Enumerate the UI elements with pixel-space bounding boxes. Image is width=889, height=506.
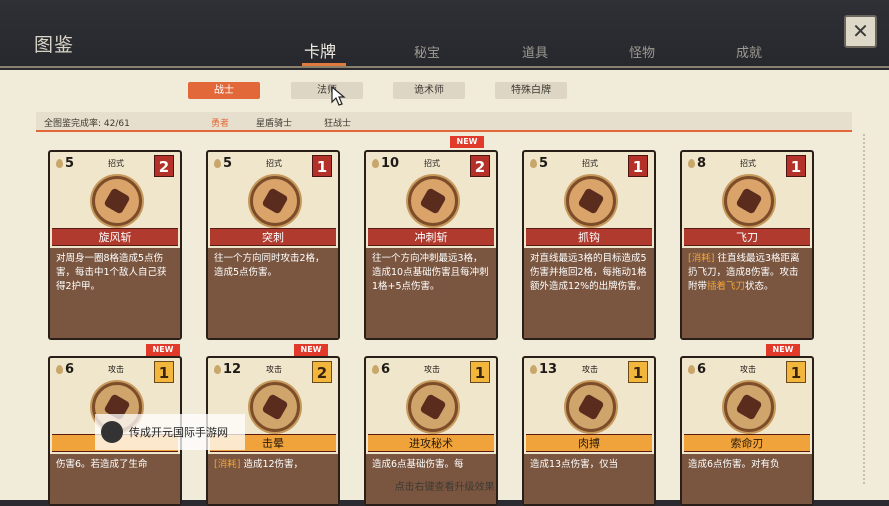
watermark-text: 传成开元国际手游网: [129, 426, 228, 439]
new-badge: NEW: [450, 136, 484, 148]
card-type: 招式: [424, 159, 440, 168]
card-type: 攻击: [424, 365, 440, 374]
card-cost: 12: [214, 362, 241, 377]
card-cost: 6: [372, 362, 390, 377]
card-level: 1: [628, 155, 648, 177]
tab-achievements[interactable]: 成就: [736, 42, 762, 61]
scrollbar[interactable]: [863, 134, 869, 484]
card-level: 1: [470, 361, 490, 383]
tab-items[interactable]: 道具: [522, 42, 548, 61]
energy-drop-icon: [214, 159, 221, 168]
filter-hero[interactable]: 勇者: [211, 116, 229, 129]
hook-skill-icon: [566, 176, 616, 226]
brawl-skill-icon: [566, 382, 616, 432]
card-level: 1: [312, 155, 332, 177]
attack-icon: [56, 365, 63, 374]
card-type: 攻击: [582, 365, 598, 374]
filter-star-shield-knight[interactable]: 星盾骑士: [256, 116, 292, 129]
card-cost: 5: [530, 156, 548, 171]
card-name: 索命刃: [684, 434, 810, 452]
card-cost: 6: [688, 362, 706, 377]
card-description: 对直线最远3格的目标造成5伤害并拖回2格，每拖动1格额外造成12%的出牌伤害。: [524, 248, 654, 338]
status-keyword: 插着飞刀: [707, 281, 746, 292]
card-level: 1: [628, 361, 648, 383]
card-cost: 5: [214, 156, 232, 171]
card-description: [消耗] 往直线最远3格距离扔飞刀，造成8伤害。攻击附带插着飞刀状态。: [682, 248, 812, 338]
card-level: 2: [470, 155, 490, 177]
card-description: 往一个方向冲刺最远3格，造成10点基础伤害且每冲刺1格+5点伤害。: [366, 248, 496, 338]
card-cost: 6: [56, 362, 74, 377]
subtab-special[interactable]: 特殊白牌: [495, 82, 567, 99]
consume-tag: [消耗]: [214, 459, 241, 470]
watermark: 传成开元国际手游网: [95, 414, 245, 450]
card-name: 冲刺斩: [368, 228, 494, 246]
subtab-mage[interactable]: 法师: [291, 82, 363, 99]
card-name: 飞刀: [684, 228, 810, 246]
subtab-warrior[interactable]: 战士: [188, 82, 260, 99]
card-name: 进攻秘术: [368, 434, 494, 452]
active-tab-underline: [302, 63, 346, 66]
footer-hint: 点击右键查看升级效果: [394, 482, 495, 493]
spear-skill-icon: [250, 176, 300, 226]
card-level: 2: [154, 155, 174, 177]
card-description: 对周身一圈8格造成5点伤害，每击中1个敌人自己获得2护甲。: [50, 248, 180, 338]
filter-berserker[interactable]: 狂战士: [324, 116, 351, 129]
card-dash-slash[interactable]: 10 招式 2 冲刺斩 往一个方向冲刺最远3格，造成10点基础伤害且每冲刺1格+…: [364, 150, 498, 340]
new-badge: NEW: [766, 344, 800, 356]
card-level: 1: [154, 361, 174, 383]
card-whirlwind-slash[interactable]: 5 招式 2 旋风斩 对周身一圈8格造成5点伤害，每击中1个敌人自己获得2护甲。: [48, 150, 182, 340]
card-name: 抓钩: [526, 228, 652, 246]
close-button[interactable]: ✕: [844, 15, 877, 48]
knife-skill-icon: [724, 176, 774, 226]
card-name: 突刺: [210, 228, 336, 246]
arcana-skill-icon: [408, 382, 458, 432]
tab-treasures[interactable]: 秘宝: [414, 42, 440, 61]
card-type: 攻击: [266, 365, 282, 374]
stun-skill-icon: [250, 382, 300, 432]
blade-skill-icon: [724, 382, 774, 432]
page-title: 图鉴: [34, 34, 75, 56]
card-name: 旋风斩: [52, 228, 178, 246]
energy-drop-icon: [530, 159, 537, 168]
card-description: 往一个方向同时攻击2格，造成5点伤害。: [208, 248, 338, 338]
card-name: 肉搏: [526, 434, 652, 452]
energy-drop-icon: [372, 159, 379, 168]
card-grappling-hook[interactable]: 5 招式 1 抓钩 对直线最远3格的目标造成5伤害并拖回2格，每拖动1格额外造成…: [522, 150, 656, 340]
card-type: 招式: [582, 159, 598, 168]
card-cost: 13: [530, 362, 557, 377]
completion-text: 全图鉴完成率: 42/61: [44, 119, 130, 129]
card-level: 1: [786, 361, 806, 383]
new-badge: NEW: [146, 344, 180, 356]
card-type: 攻击: [108, 365, 124, 374]
card-type: 招式: [740, 159, 756, 168]
card-type: 攻击: [740, 365, 756, 374]
watermark-logo-icon: [101, 421, 123, 443]
energy-drop-icon: [56, 159, 63, 168]
card-flying-knife[interactable]: 8 招式 1 飞刀 [消耗] 往直线最远3格距离扔飞刀，造成8伤害。攻击附带插着…: [680, 150, 814, 340]
mouse-cursor-icon: [331, 86, 346, 106]
energy-drop-icon: [688, 159, 695, 168]
card-level: 1: [786, 155, 806, 177]
attack-icon: [372, 365, 379, 374]
consume-tag: [消耗]: [688, 253, 715, 264]
top-bar: 图鉴 卡牌 秘宝 道具 怪物 成就 ✕: [0, 0, 889, 68]
tab-cards[interactable]: 卡牌: [304, 38, 336, 62]
slash-skill-icon: [92, 176, 142, 226]
attack-icon: [214, 365, 221, 374]
attack-icon: [530, 365, 537, 374]
new-badge: NEW: [294, 344, 328, 356]
tab-monsters[interactable]: 怪物: [629, 42, 655, 61]
attack-icon: [688, 365, 695, 374]
card-cost: 10: [372, 156, 399, 171]
status-bar: 全图鉴完成率: 42/61 勇者 星盾骑士 狂战士: [36, 112, 852, 132]
subtab-trickster[interactable]: 诡术师: [393, 82, 465, 99]
card-cost: 8: [688, 156, 706, 171]
card-type: 招式: [108, 159, 124, 168]
card-type: 招式: [266, 159, 282, 168]
card-thrust[interactable]: 5 招式 1 突刺 往一个方向同时攻击2格，造成5点伤害。: [206, 150, 340, 340]
card-level: 2: [312, 361, 332, 383]
card-cost: 5: [56, 156, 74, 171]
dash-skill-icon: [408, 176, 458, 226]
